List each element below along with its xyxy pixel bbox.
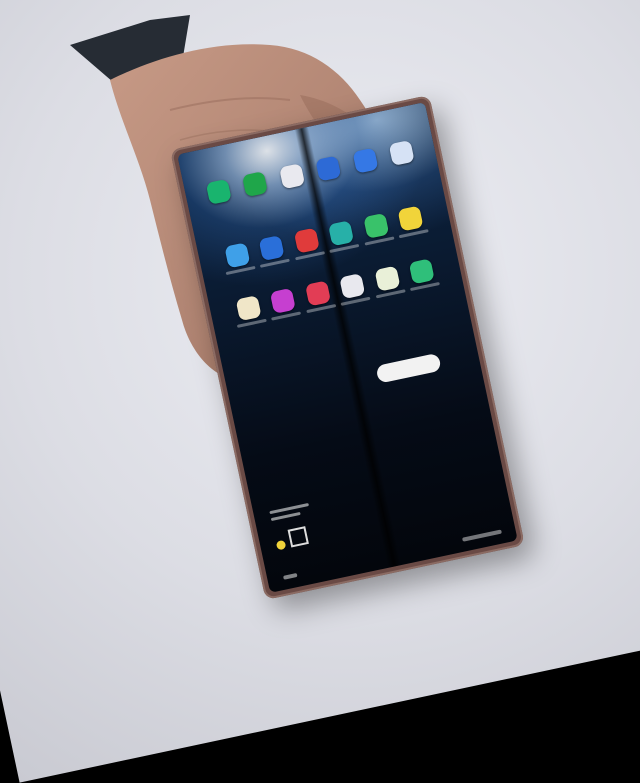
app-icon-1[interactable] (217, 241, 258, 276)
app-label-placeholder (375, 289, 406, 299)
app-icon-7-glyph (235, 295, 262, 322)
white-app-icon-glyph (388, 139, 415, 167)
app-icon-4[interactable] (322, 219, 363, 254)
blue-app-icon-2[interactable] (352, 147, 379, 174)
app-icon-10[interactable] (333, 272, 374, 307)
gmail-icon[interactable] (278, 163, 305, 190)
app-icon-5-glyph (362, 212, 390, 239)
blue-app-icon-2-glyph (352, 147, 379, 174)
app-icon-4-glyph (328, 220, 355, 247)
app-icon-3-glyph (293, 227, 320, 254)
app-icon-11[interactable] (368, 264, 409, 299)
app-label-placeholder (410, 281, 441, 292)
blue-app-icon[interactable] (315, 155, 342, 182)
app-icon-8[interactable] (263, 286, 304, 321)
app-icon-5[interactable] (356, 211, 397, 246)
app-icon-11-glyph (374, 265, 401, 292)
app-icon-12-glyph (408, 258, 436, 285)
gmail-icon-glyph (278, 163, 305, 190)
app-label-placeholder (329, 243, 360, 254)
app-icon-7[interactable] (229, 294, 270, 329)
app-icon-10-glyph (339, 273, 366, 300)
app-label-placeholder (294, 251, 325, 261)
app-label-placeholder (364, 236, 395, 246)
green-app-icon-2[interactable] (242, 171, 269, 198)
status-text (462, 529, 502, 542)
blue-app-icon-glyph (315, 155, 342, 182)
app-label-placeholder (399, 229, 429, 239)
app-icon-3[interactable] (287, 226, 328, 261)
app-label-placeholder (271, 311, 302, 321)
app-label-placeholder (225, 265, 256, 276)
app-icon-9-glyph (304, 280, 331, 307)
app-icon-6-glyph (397, 205, 424, 232)
app-icon-1-glyph (224, 242, 251, 269)
app-icon-8-glyph (270, 287, 297, 314)
clock-widget (269, 500, 328, 551)
status-indicator (283, 572, 298, 580)
green-app-icon-glyph (205, 178, 232, 205)
app-label-placeholder (236, 318, 267, 328)
app-icon-12[interactable] (402, 257, 443, 292)
app-icon-6[interactable] (391, 204, 432, 239)
green-app-icon-2-glyph (242, 171, 269, 198)
green-app-icon[interactable] (205, 178, 232, 205)
search-widget[interactable] (375, 352, 442, 384)
app-icon-2[interactable] (252, 234, 293, 269)
white-app-icon[interactable] (388, 139, 415, 167)
app-label-placeholder (260, 258, 291, 268)
app-label-placeholder (340, 296, 371, 306)
qr-icon (287, 526, 309, 548)
weather-icon (275, 539, 287, 551)
app-icon-2-glyph (258, 234, 285, 262)
